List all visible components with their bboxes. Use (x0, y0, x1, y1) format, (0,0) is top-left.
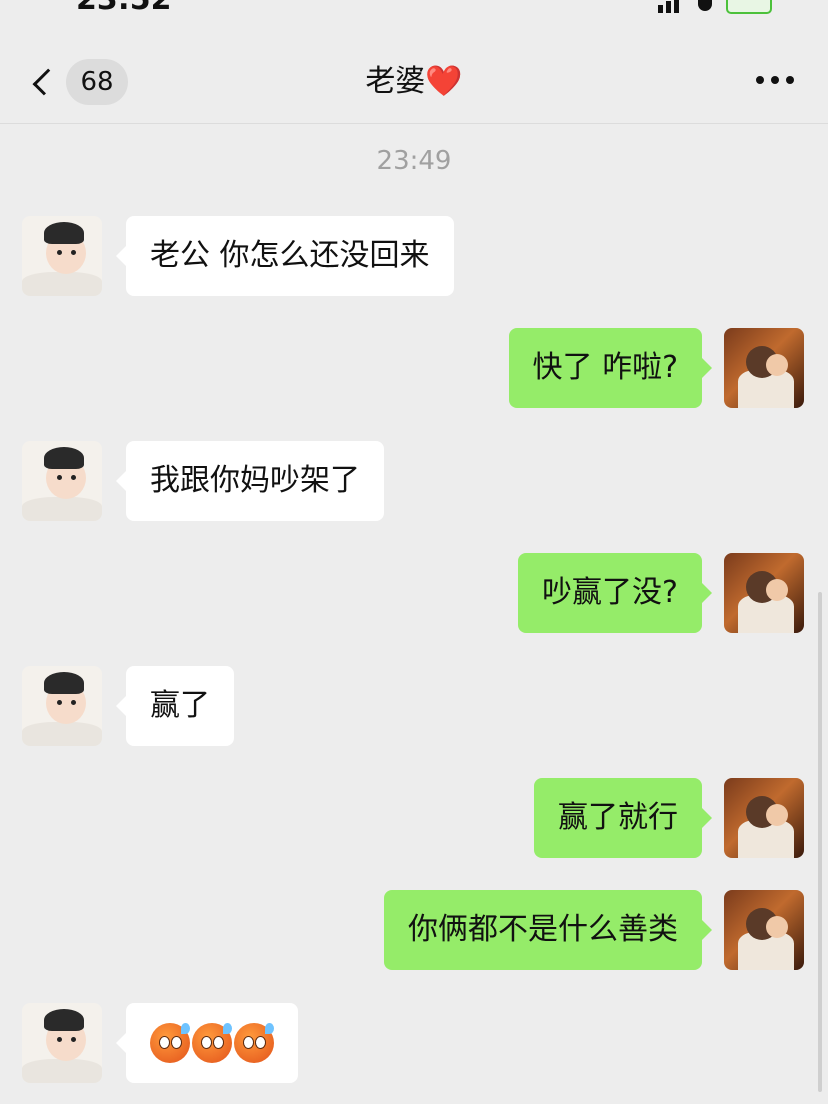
sweat-face-icon (192, 1023, 232, 1063)
message-row (0, 1003, 828, 1083)
cellular-signal-icon (658, 0, 684, 13)
contact-avatar[interactable] (22, 216, 102, 296)
chat-header: 68 老婆❤️ (0, 40, 828, 124)
received-message-bubble[interactable]: 赢了 (116, 666, 234, 746)
received-emoji-bubble[interactable] (116, 1003, 298, 1083)
message-row: 快了 咋啦? (0, 328, 828, 408)
received-message-bubble[interactable]: 老公 你怎么还没回来 (116, 216, 454, 296)
received-message-bubble[interactable]: 我跟你妈吵架了 (116, 441, 384, 521)
status-icons (658, 0, 772, 14)
more-options-icon[interactable] (756, 76, 794, 84)
user-avatar[interactable] (724, 890, 804, 970)
chat-title: 老婆❤️ (365, 64, 463, 99)
sent-message-bubble[interactable]: 快了 咋啦? (508, 328, 713, 408)
user-avatar[interactable] (724, 553, 804, 633)
sent-message-bubble[interactable]: 你俩都不是什么善类 (384, 890, 712, 970)
wifi-icon (698, 0, 712, 11)
status-bar: 23:52 (0, 0, 828, 14)
sweat-face-icon (150, 1023, 190, 1063)
status-time: 23:52 (76, 0, 172, 14)
battery-icon (726, 0, 772, 14)
contact-avatar[interactable] (22, 441, 102, 521)
message-row: 吵赢了没? (0, 553, 828, 633)
message-row: 赢了 (0, 666, 828, 746)
message-row: 赢了就行 (0, 778, 828, 858)
message-timestamp: 23:49 (376, 146, 452, 176)
sweat-face-icon (234, 1023, 274, 1063)
message-row: 我跟你妈吵架了 (0, 441, 828, 521)
user-avatar[interactable] (724, 778, 804, 858)
message-row: 老公 你怎么还没回来 (0, 216, 828, 296)
contact-avatar[interactable] (22, 1003, 102, 1083)
message-row: 你俩都不是什么善类 (0, 890, 828, 970)
sent-message-bubble[interactable]: 吵赢了没? (518, 553, 712, 633)
contact-avatar[interactable] (22, 666, 102, 746)
sent-message-bubble[interactable]: 赢了就行 (534, 778, 712, 858)
scrollbar[interactable] (818, 592, 822, 1092)
user-avatar[interactable] (724, 328, 804, 408)
